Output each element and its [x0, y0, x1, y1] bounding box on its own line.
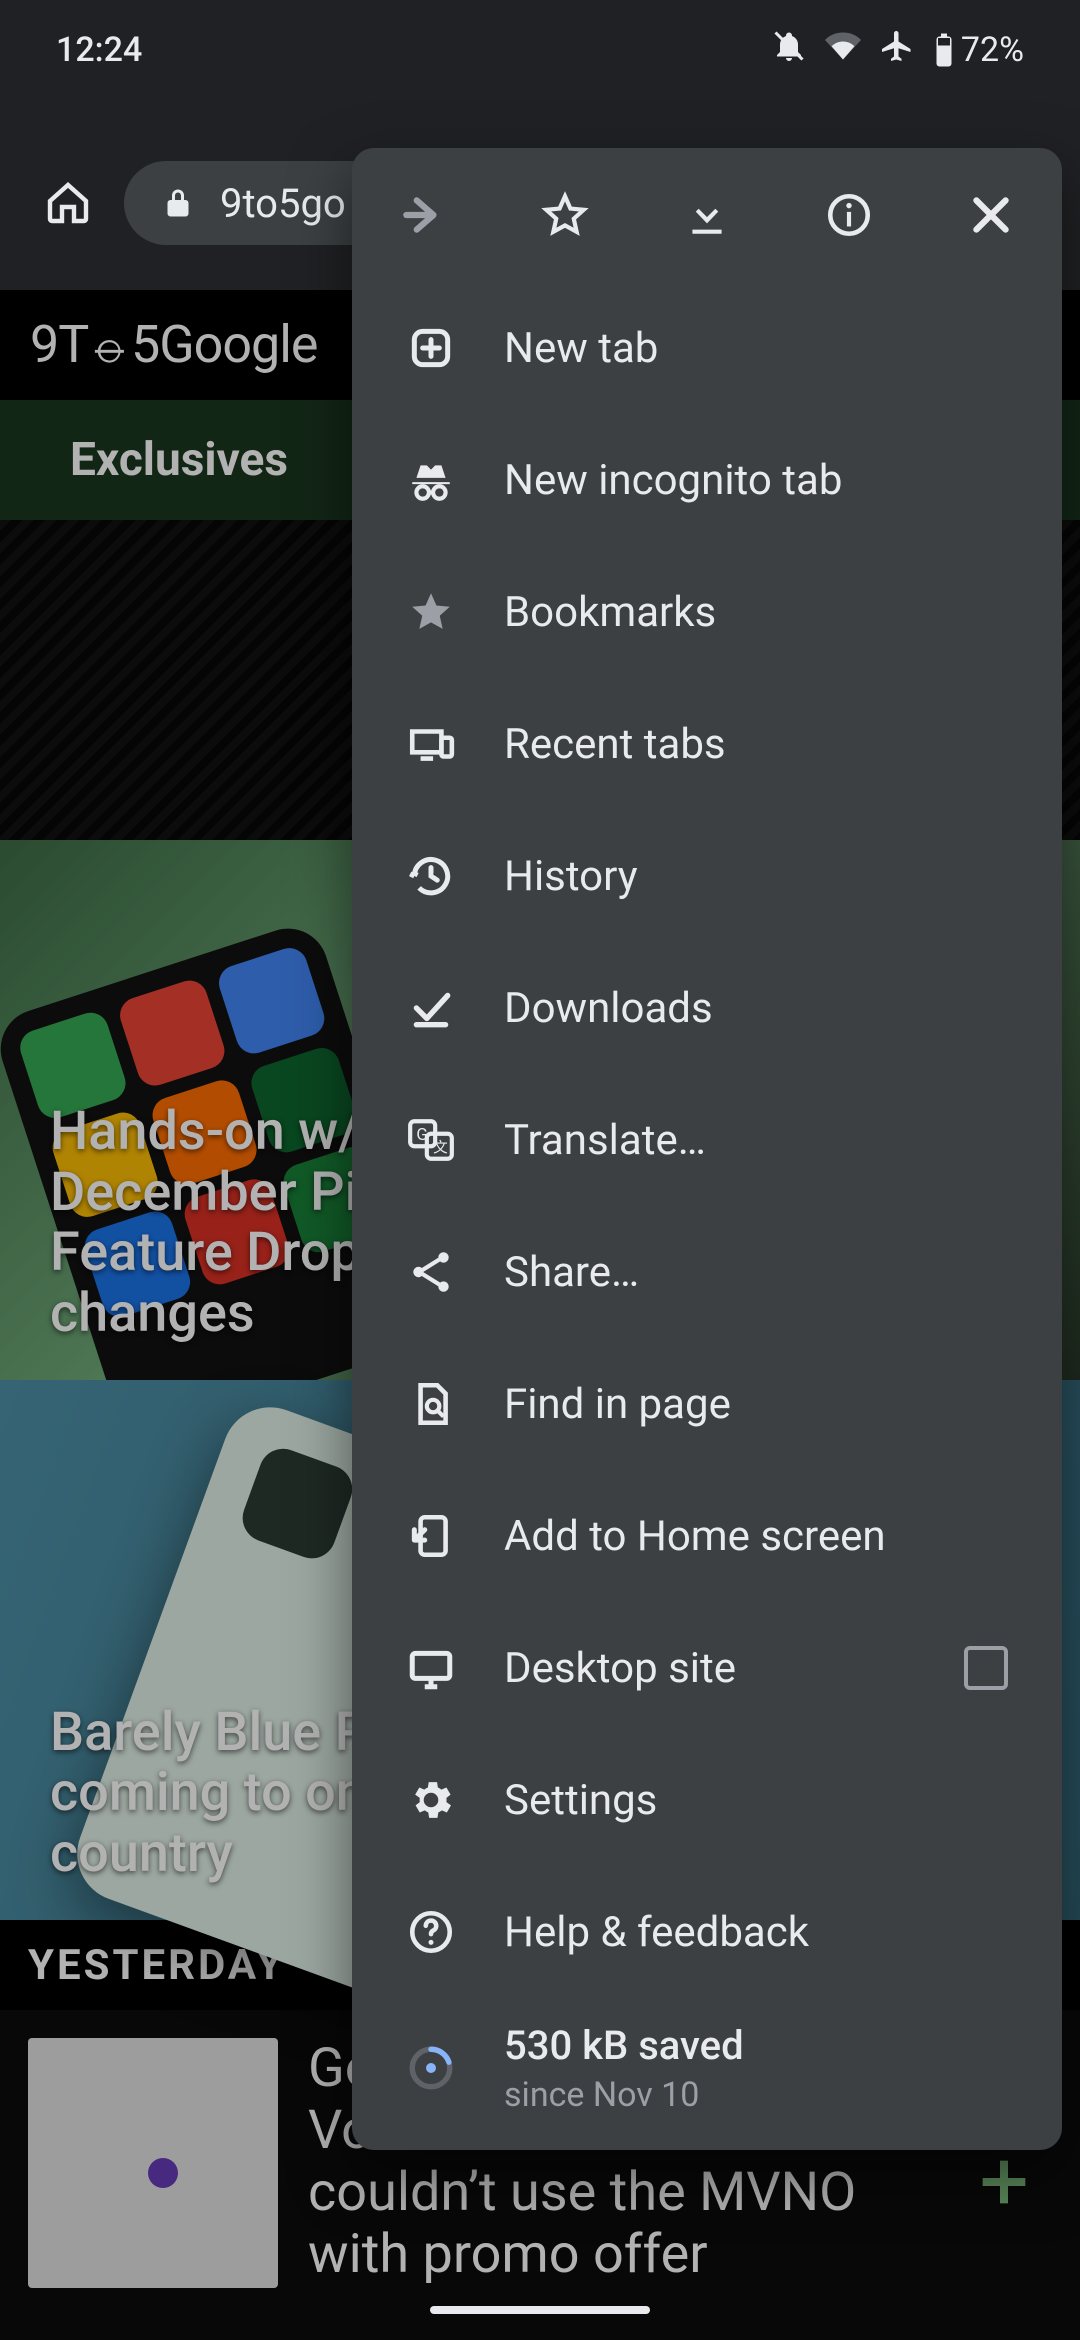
share-icon [406, 1247, 456, 1297]
menu-item-desktop-site[interactable]: Desktop site [352, 1602, 1062, 1734]
new-tab-icon [406, 323, 456, 373]
menu-item-bookmarks[interactable]: Bookmarks [352, 546, 1062, 678]
menu-item-settings[interactable]: Settings [352, 1734, 1062, 1866]
menu-item-translate[interactable]: G文 Translate… [352, 1074, 1062, 1206]
menu-item-label: Settings [504, 1776, 1008, 1825]
menu-item-label: Translate… [504, 1116, 1008, 1165]
desktop-site-checkbox[interactable] [964, 1646, 1008, 1690]
menu-item-recent-tabs[interactable]: Recent tabs [352, 678, 1062, 810]
menu-item-help[interactable]: Help & feedback [352, 1866, 1062, 1998]
menu-icon-row [352, 148, 1062, 282]
menu-item-find[interactable]: Find in page [352, 1338, 1062, 1470]
menu-item-label: Share… [504, 1248, 1008, 1297]
menu-item-label: Help & feedback [504, 1908, 1008, 1957]
info-icon [824, 190, 874, 240]
menu-item-label: Add to Home screen [504, 1512, 1008, 1561]
menu-item-share[interactable]: Share… [352, 1206, 1062, 1338]
help-icon [406, 1907, 456, 1957]
menu-item-label: Find in page [504, 1380, 1008, 1429]
menu-item-label: Recent tabs [504, 720, 1008, 769]
translate-icon: G文 [406, 1115, 456, 1165]
svg-text:G: G [416, 1126, 427, 1145]
menu-item-new-tab[interactable]: New tab [352, 282, 1062, 414]
data-saver-icon [406, 2043, 456, 2093]
data-saved-since: since Nov 10 [504, 2075, 744, 2115]
gear-icon [406, 1775, 456, 1825]
menu-item-data-saver[interactable]: 530 kB saved since Nov 10 [352, 1998, 1062, 2138]
close-icon [966, 190, 1016, 240]
menu-item-history[interactable]: History [352, 810, 1062, 942]
download-button[interactable] [636, 190, 778, 240]
bookmark-button[interactable] [494, 190, 636, 240]
page-info-button[interactable] [778, 190, 920, 240]
close-menu-button[interactable] [920, 190, 1062, 240]
find-in-page-icon [406, 1379, 456, 1429]
downloads-done-icon [406, 983, 456, 1033]
overflow-menu: New tab New incognito tab Bookmarks Rece… [352, 148, 1062, 2150]
menu-item-label: Bookmarks [504, 588, 1008, 637]
menu-item-label: Downloads [504, 984, 1008, 1033]
menu-item-label: Desktop site [504, 1644, 916, 1693]
menu-item-incognito[interactable]: New incognito tab [352, 414, 1062, 546]
menu-item-label: New tab [504, 324, 1008, 373]
star-icon [406, 587, 456, 637]
incognito-icon [406, 455, 456, 505]
data-saved-amount: 530 kB saved [504, 2022, 744, 2069]
add-to-home-icon [406, 1511, 456, 1561]
menu-item-add-home[interactable]: Add to Home screen [352, 1470, 1062, 1602]
forward-button[interactable] [352, 190, 494, 240]
star-outline-icon [540, 190, 590, 240]
download-icon [682, 190, 732, 240]
devices-icon [406, 719, 456, 769]
menu-item-label: History [504, 852, 1008, 901]
menu-item-label: New incognito tab [504, 456, 1008, 505]
desktop-icon [406, 1643, 456, 1693]
gesture-nav-bar[interactable] [0, 2280, 1080, 2340]
menu-item-downloads[interactable]: Downloads [352, 942, 1062, 1074]
history-icon [406, 851, 456, 901]
svg-text:文: 文 [433, 1139, 448, 1157]
forward-icon [398, 190, 448, 240]
